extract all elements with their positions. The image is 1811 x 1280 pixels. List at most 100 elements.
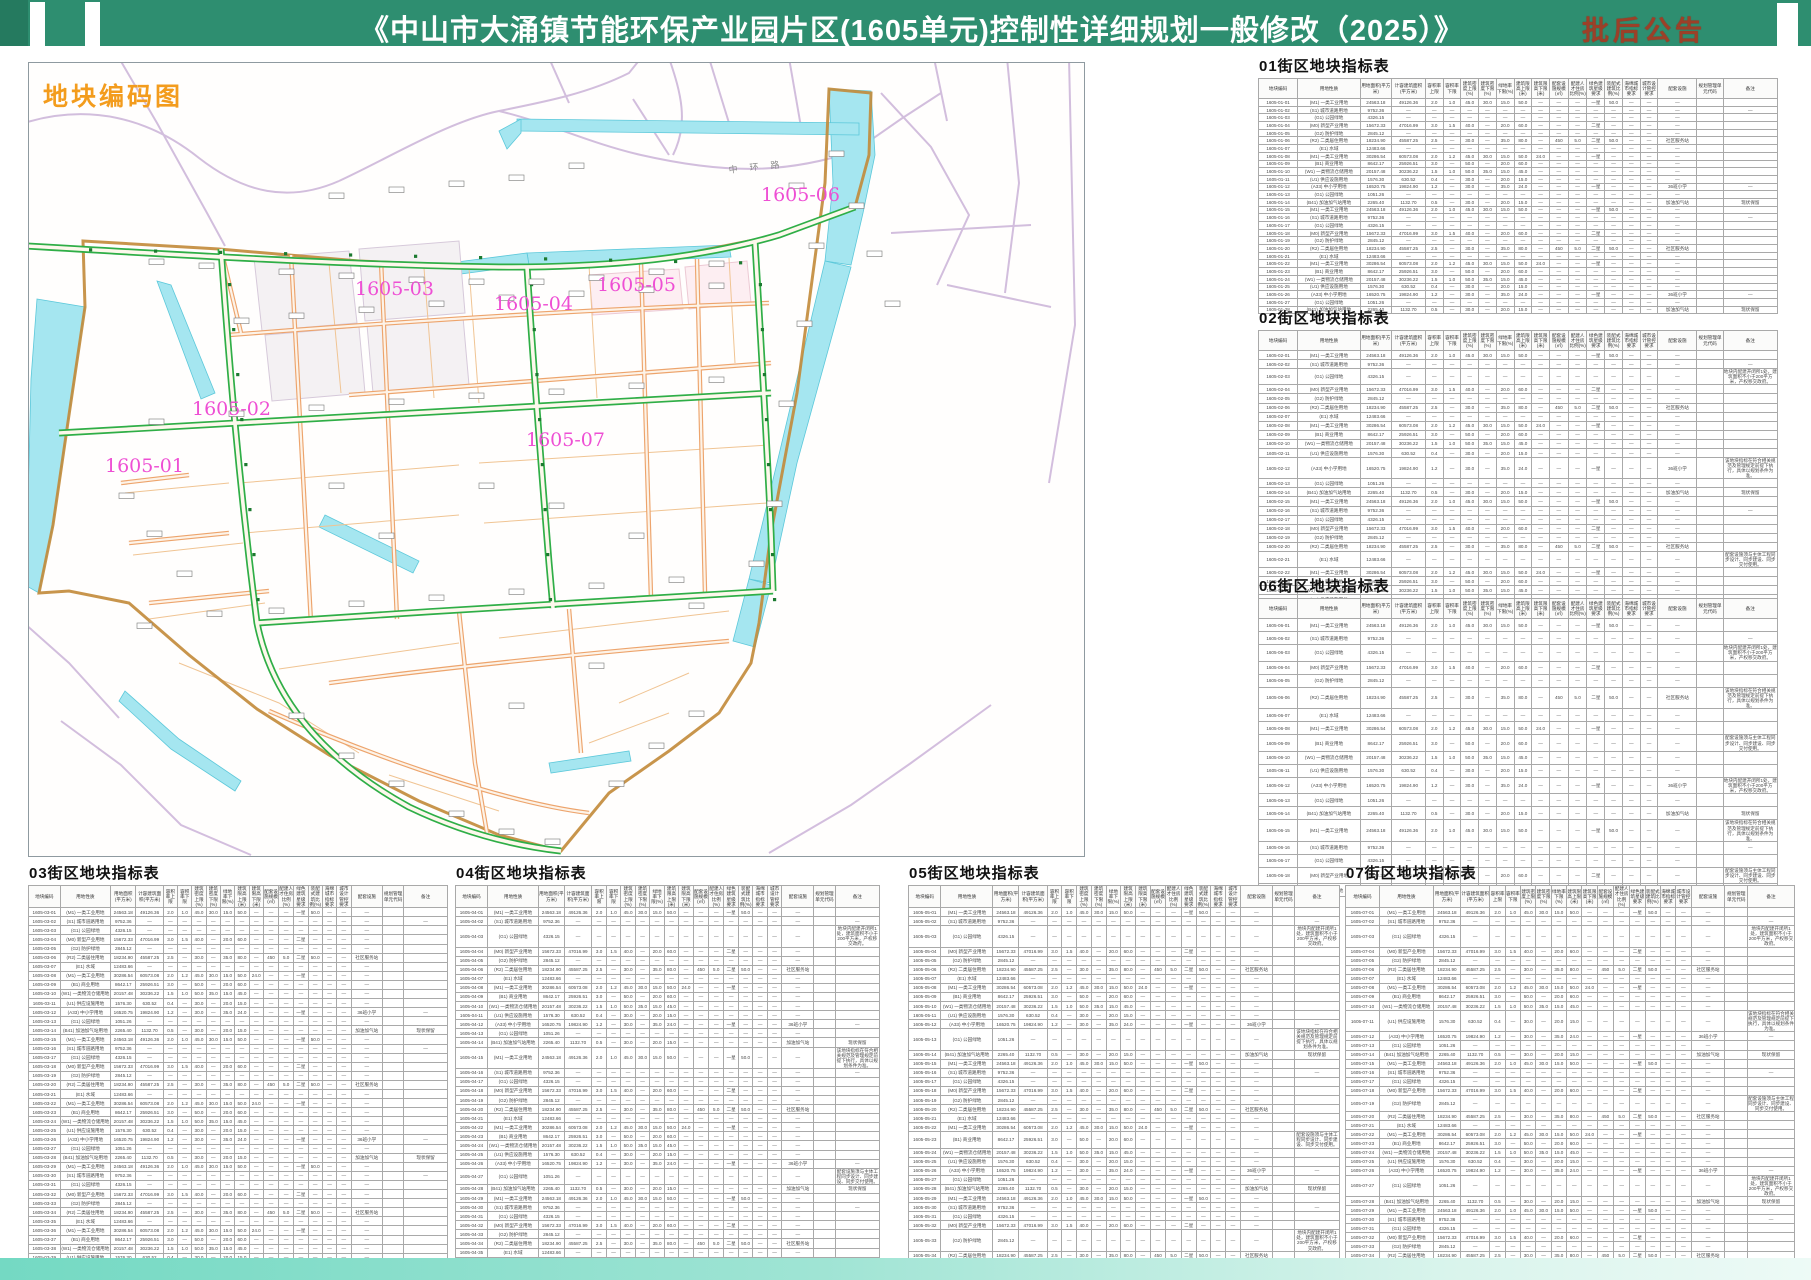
column-header: 建筑密度下限(%): [1479, 79, 1497, 99]
table-cell: [404, 999, 448, 1008]
table-cell: [1725, 1059, 1748, 1068]
table-cell: 15.0: [235, 1026, 249, 1035]
table-cell: —: [1605, 145, 1623, 153]
table-cell: —: [206, 1199, 220, 1208]
table-cell: 30.0: [1461, 137, 1479, 145]
road-marker: [765, 418, 768, 421]
table-cell: 20157.48: [111, 989, 136, 998]
table-cell: —: [1551, 917, 1566, 926]
table-cell: —: [308, 1199, 322, 1208]
table-cell: (M1) 一类工业用地: [1298, 497, 1361, 506]
table-cell: —: [1479, 403, 1497, 412]
table-cell: —: [724, 1212, 738, 1221]
table-cell: (A33) 中小学用地: [487, 1159, 538, 1168]
table-cell: 2.5: [163, 953, 177, 962]
table-cell: 9752.36: [1433, 1068, 1460, 1077]
table-cell: 30286.54: [993, 983, 1019, 992]
table-cell: (B1) 商业用地: [487, 992, 538, 1001]
table-row: 1605-03-37(B1) 商业用地8642.1725926.513.0—50…: [29, 1235, 448, 1244]
table-cell: —: [1549, 106, 1568, 114]
table-cell: 12483.66: [1433, 974, 1460, 983]
table-cell: —: [1640, 764, 1658, 777]
table-cell: (U1) 供应设施用地: [941, 1011, 993, 1020]
table-cell: —: [1582, 992, 1597, 1001]
table-cell: 30286.54: [539, 983, 565, 992]
table-cell: 49126.36: [1392, 99, 1426, 107]
table-cell: —: [1181, 974, 1196, 983]
table-cell: —: [163, 1180, 177, 1189]
table-cell: [1697, 168, 1723, 176]
table-cell: 一星: [1587, 722, 1605, 735]
road-marker: [739, 261, 742, 264]
table-cell: —: [404, 1135, 448, 1144]
indicator-table-block-1605-04: 04街区地块指标表地块编码用地性质用地面积(平方米)计容建筑面积(平方米)容积率…: [455, 862, 880, 1280]
table-cell: —: [738, 1123, 752, 1132]
table-cell: —: [1425, 129, 1443, 137]
table-cell: —: [1605, 645, 1623, 661]
table-cell: [1697, 160, 1723, 168]
table-cell: —: [1479, 515, 1497, 524]
table-cell: 社区服务站: [1691, 1112, 1725, 1121]
table-cell: —: [1640, 709, 1658, 722]
table-cell: 45587.25: [1392, 687, 1426, 708]
table-cell: —: [1135, 1068, 1150, 1077]
table-cell: —: [1181, 1050, 1196, 1059]
table-cell: 9752.36: [111, 917, 136, 926]
table-cell: [1697, 214, 1723, 222]
table-cell: —: [1658, 206, 1697, 214]
table-cell: 24.0: [249, 1226, 263, 1235]
table-cell: —: [1443, 137, 1461, 145]
table-cell: —: [664, 1077, 678, 1086]
indicator-table: 地块编码用地性质用地面积(平方米)计容建筑面积(平方米)容积率上限容积率下限建筑…: [28, 885, 448, 1280]
table-cell: —: [1532, 283, 1550, 291]
table-cell: —: [263, 1035, 278, 1044]
table-cell: 60.0: [1514, 661, 1532, 674]
table-cell: —: [178, 1126, 192, 1135]
table-cell: —: [1181, 1077, 1196, 1086]
table-cell: 1.5: [1425, 751, 1443, 764]
table-cell: [1697, 137, 1723, 145]
table-cell: —: [693, 1230, 708, 1239]
column-header: 用地面积(平方米): [1360, 331, 1391, 351]
table-cell: —: [1645, 1077, 1660, 1086]
table-cell: —: [1658, 283, 1697, 291]
table-cell: —: [1605, 735, 1623, 751]
column-header: 用地性质: [941, 886, 993, 908]
table-cell: 1605-01-06: [1259, 137, 1298, 145]
table-cell: 30.0: [206, 1226, 220, 1235]
table-cell: —: [1640, 403, 1658, 412]
table-cell: —: [263, 1180, 278, 1189]
table-cell: —: [592, 1068, 606, 1077]
table-cell: —: [1568, 488, 1587, 497]
table-cell: —: [1461, 298, 1479, 306]
table-cell: 50.0: [1645, 908, 1660, 917]
table-cell: 30.0: [621, 1150, 635, 1159]
table-cell: —: [1166, 1193, 1182, 1202]
table-row: 1605-07-02(S1) 城市道路用地9752.36————————————…: [1346, 917, 1795, 926]
table-cell: —: [178, 1044, 192, 1053]
table-cell: 1132.70: [1461, 1050, 1490, 1059]
table-cell: —: [1549, 214, 1568, 222]
road-marker: [769, 508, 772, 511]
table-cell: —: [753, 1029, 767, 1038]
table-cell: —: [1443, 479, 1461, 488]
table-cell: —: [709, 1086, 724, 1095]
table-cell: [1723, 351, 1777, 360]
table-cell: 2845.12: [539, 1096, 565, 1105]
table-cell: —: [650, 1068, 664, 1077]
table-cell: —: [1211, 1114, 1226, 1123]
table-cell: —: [1587, 198, 1605, 206]
table-cell: 25926.51: [1392, 160, 1426, 168]
table-cell: —: [724, 1002, 738, 1011]
table-cell: 1605-01-25: [1259, 283, 1298, 291]
table-cell: —: [767, 1029, 781, 1038]
table-cell: 1.2: [1425, 777, 1443, 793]
table-cell: 18234.90: [1360, 245, 1391, 253]
table-cell: 1.0: [178, 1035, 192, 1044]
table-row: 1605-06-02(S1) 城市道路用地9752.36————————————…: [1259, 632, 1778, 645]
table-cell: 50.0: [1521, 1002, 1536, 1011]
table-row: 1605-04-31(G1) 公园绿地4326.15——————————————…: [456, 1212, 880, 1221]
table-cell: —: [1226, 1096, 1241, 1105]
table-cell: 50.0: [1521, 1139, 1536, 1148]
table-cell: [383, 1090, 404, 1099]
